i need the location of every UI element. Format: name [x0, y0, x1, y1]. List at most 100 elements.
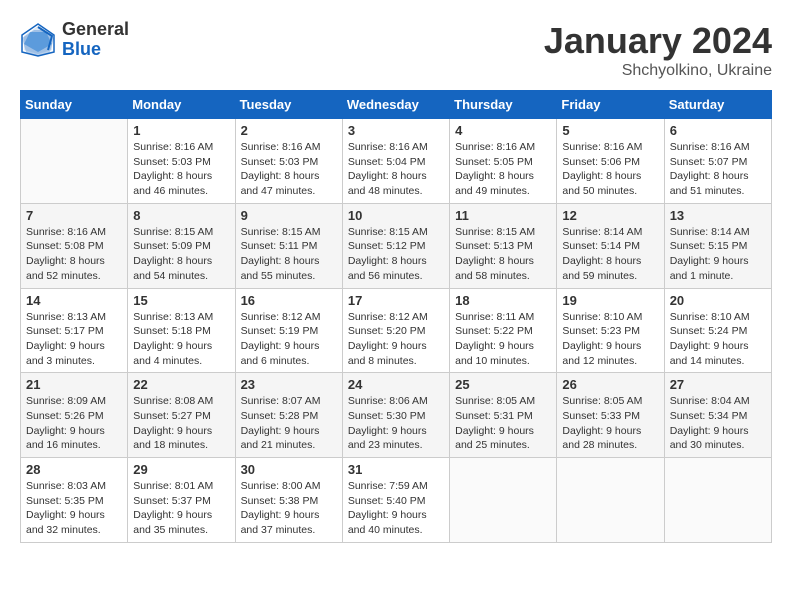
calendar-cell: 28Sunrise: 8:03 AMSunset: 5:35 PMDayligh… — [21, 458, 128, 543]
day-number: 22 — [133, 377, 229, 392]
weekday-header-wednesday: Wednesday — [342, 91, 449, 119]
calendar-cell: 17 Sunrise: 8:12 AMSunset: 5:20 PMDayligh… — [342, 288, 449, 373]
calendar-cell: 23 Sunrise: 8:07 AMSunset: 5:28 PMDayligh… — [235, 373, 342, 458]
day-info: Sunrise: 8:16 AMSunset: 5:03 PMDaylight:… — [133, 140, 229, 199]
calendar-week-row: 7 Sunrise: 8:16 AMSunset: 5:08 PMDaylight… — [21, 203, 772, 288]
calendar-header: SundayMondayTuesdayWednesdayThursdayFrid… — [21, 91, 772, 119]
day-number: 27 — [670, 377, 766, 392]
calendar-cell — [450, 458, 557, 543]
day-number: 20 — [670, 293, 766, 308]
calendar-cell: 31Sunrise: 7:59 AMSunset: 5:40 PMDayligh… — [342, 458, 449, 543]
day-number: 7 — [26, 208, 122, 223]
day-info: Sunrise: 8:14 AMSunset: 5:15 PMDaylight:… — [670, 225, 766, 284]
calendar-cell: 6 Sunrise: 8:16 AMSunset: 5:07 PMDaylight… — [664, 119, 771, 204]
weekday-header-row: SundayMondayTuesdayWednesdayThursdayFrid… — [21, 91, 772, 119]
logo-icon — [20, 22, 56, 58]
calendar-cell: 22 Sunrise: 8:08 AMSunset: 5:27 PMDayligh… — [128, 373, 235, 458]
day-number: 5 — [562, 123, 658, 138]
logo-blue-text: Blue — [62, 40, 129, 60]
day-info: Sunrise: 8:05 AMSunset: 5:33 PMDaylight:… — [562, 394, 658, 453]
calendar-cell: 11 Sunrise: 8:15 AMSunset: 5:13 PMDayligh… — [450, 203, 557, 288]
day-info: Sunrise: 8:14 AMSunset: 5:14 PMDaylight:… — [562, 225, 658, 284]
day-info: Sunrise: 8:09 AMSunset: 5:26 PMDaylight:… — [26, 394, 122, 453]
calendar-cell: 3 Sunrise: 8:16 AMSunset: 5:04 PMDaylight… — [342, 119, 449, 204]
calendar-cell: 27 Sunrise: 8:04 AMSunset: 5:34 PMDayligh… — [664, 373, 771, 458]
calendar-cell: 26 Sunrise: 8:05 AMSunset: 5:33 PMDayligh… — [557, 373, 664, 458]
logo-general-text: General — [62, 20, 129, 40]
day-number: 25 — [455, 377, 551, 392]
weekday-header-saturday: Saturday — [664, 91, 771, 119]
calendar-cell: 1 Sunrise: 8:16 AMSunset: 5:03 PMDaylight… — [128, 119, 235, 204]
month-title: January 2024 — [544, 20, 772, 62]
day-number: 1 — [133, 123, 229, 138]
weekday-header-sunday: Sunday — [21, 91, 128, 119]
day-info: Sunrise: 8:16 AMSunset: 5:05 PMDaylight:… — [455, 140, 551, 199]
calendar-cell: 18 Sunrise: 8:11 AMSunset: 5:22 PMDayligh… — [450, 288, 557, 373]
day-number: 14 — [26, 293, 122, 308]
day-info: Sunrise: 8:05 AMSunset: 5:31 PMDaylight:… — [455, 394, 551, 453]
calendar-cell: 14Sunrise: 8:13 AMSunset: 5:17 PMDayligh… — [21, 288, 128, 373]
day-info: Sunrise: 8:13 AMSunset: 5:18 PMDaylight:… — [133, 310, 229, 369]
day-number: 4 — [455, 123, 551, 138]
day-number: 15 — [133, 293, 229, 308]
day-info: Sunrise: 8:08 AMSunset: 5:27 PMDaylight:… — [133, 394, 229, 453]
day-number: 29 — [133, 462, 229, 477]
weekday-header-monday: Monday — [128, 91, 235, 119]
location: Shchyolkino, Ukraine — [544, 62, 772, 80]
day-info: Sunrise: 7:59 AMSunset: 5:40 PMDaylight:… — [348, 479, 444, 538]
calendar-week-row: 1 Sunrise: 8:16 AMSunset: 5:03 PMDaylight… — [21, 119, 772, 204]
calendar-cell — [664, 458, 771, 543]
calendar-table: SundayMondayTuesdayWednesdayThursdayFrid… — [20, 90, 772, 543]
calendar-cell: 21 Sunrise: 8:09 AMSunset: 5:26 PMDayligh… — [21, 373, 128, 458]
calendar-week-row: 28Sunrise: 8:03 AMSunset: 5:35 PMDayligh… — [21, 458, 772, 543]
day-number: 10 — [348, 208, 444, 223]
calendar-cell: 30Sunrise: 8:00 AMSunset: 5:38 PMDayligh… — [235, 458, 342, 543]
weekday-header-friday: Friday — [557, 91, 664, 119]
weekday-header-thursday: Thursday — [450, 91, 557, 119]
day-info: Sunrise: 8:16 AMSunset: 5:04 PMDaylight:… — [348, 140, 444, 199]
day-info: Sunrise: 8:15 AMSunset: 5:12 PMDaylight:… — [348, 225, 444, 284]
day-number: 16 — [241, 293, 337, 308]
calendar-cell: 20 Sunrise: 8:10 AMSunset: 5:24 PMDayligh… — [664, 288, 771, 373]
calendar-cell: 25 Sunrise: 8:05 AMSunset: 5:31 PMDayligh… — [450, 373, 557, 458]
logo: General Blue — [20, 20, 129, 60]
day-info: Sunrise: 8:11 AMSunset: 5:22 PMDaylight:… — [455, 310, 551, 369]
day-number: 17 — [348, 293, 444, 308]
calendar-cell: 19Sunrise: 8:10 AMSunset: 5:23 PMDayligh… — [557, 288, 664, 373]
day-number: 21 — [26, 377, 122, 392]
logo-text: General Blue — [62, 20, 129, 60]
day-info: Sunrise: 8:12 AMSunset: 5:20 PMDaylight:… — [348, 310, 444, 369]
title-area: January 2024 Shchyolkino, Ukraine — [544, 20, 772, 80]
calendar-cell: 12Sunrise: 8:14 AMSunset: 5:14 PMDayligh… — [557, 203, 664, 288]
day-info: Sunrise: 8:15 AMSunset: 5:13 PMDaylight:… — [455, 225, 551, 284]
day-number: 3 — [348, 123, 444, 138]
day-number: 6 — [670, 123, 766, 138]
calendar-body: 1 Sunrise: 8:16 AMSunset: 5:03 PMDaylight… — [21, 119, 772, 543]
day-info: Sunrise: 8:04 AMSunset: 5:34 PMDaylight:… — [670, 394, 766, 453]
calendar-cell: 4 Sunrise: 8:16 AMSunset: 5:05 PMDaylight… — [450, 119, 557, 204]
day-info: Sunrise: 8:16 AMSunset: 5:07 PMDaylight:… — [670, 140, 766, 199]
day-info: Sunrise: 8:16 AMSunset: 5:08 PMDaylight:… — [26, 225, 122, 284]
calendar-week-row: 21 Sunrise: 8:09 AMSunset: 5:26 PMDayligh… — [21, 373, 772, 458]
day-info: Sunrise: 8:16 AMSunset: 5:06 PMDaylight:… — [562, 140, 658, 199]
calendar-cell: 16Sunrise: 8:12 AMSunset: 5:19 PMDayligh… — [235, 288, 342, 373]
calendar-cell: 5 Sunrise: 8:16 AMSunset: 5:06 PMDaylight… — [557, 119, 664, 204]
day-info: Sunrise: 8:06 AMSunset: 5:30 PMDaylight:… — [348, 394, 444, 453]
day-info: Sunrise: 8:03 AMSunset: 5:35 PMDaylight:… — [26, 479, 122, 538]
calendar-cell: 10 Sunrise: 8:15 AMSunset: 5:12 PMDayligh… — [342, 203, 449, 288]
day-number: 26 — [562, 377, 658, 392]
calendar-cell: 29Sunrise: 8:01 AMSunset: 5:37 PMDayligh… — [128, 458, 235, 543]
day-info: Sunrise: 8:15 AMSunset: 5:11 PMDaylight:… — [241, 225, 337, 284]
day-info: Sunrise: 8:16 AMSunset: 5:03 PMDaylight:… — [241, 140, 337, 199]
day-number: 11 — [455, 208, 551, 223]
calendar-cell: 15 Sunrise: 8:13 AMSunset: 5:18 PMDayligh… — [128, 288, 235, 373]
day-info: Sunrise: 8:10 AMSunset: 5:24 PMDaylight:… — [670, 310, 766, 369]
day-info: Sunrise: 8:07 AMSunset: 5:28 PMDaylight:… — [241, 394, 337, 453]
day-info: Sunrise: 8:00 AMSunset: 5:38 PMDaylight:… — [241, 479, 337, 538]
page-header: General Blue January 2024 Shchyolkino, U… — [20, 20, 772, 80]
day-number: 9 — [241, 208, 337, 223]
day-number: 23 — [241, 377, 337, 392]
day-number: 18 — [455, 293, 551, 308]
day-number: 24 — [348, 377, 444, 392]
day-number: 2 — [241, 123, 337, 138]
